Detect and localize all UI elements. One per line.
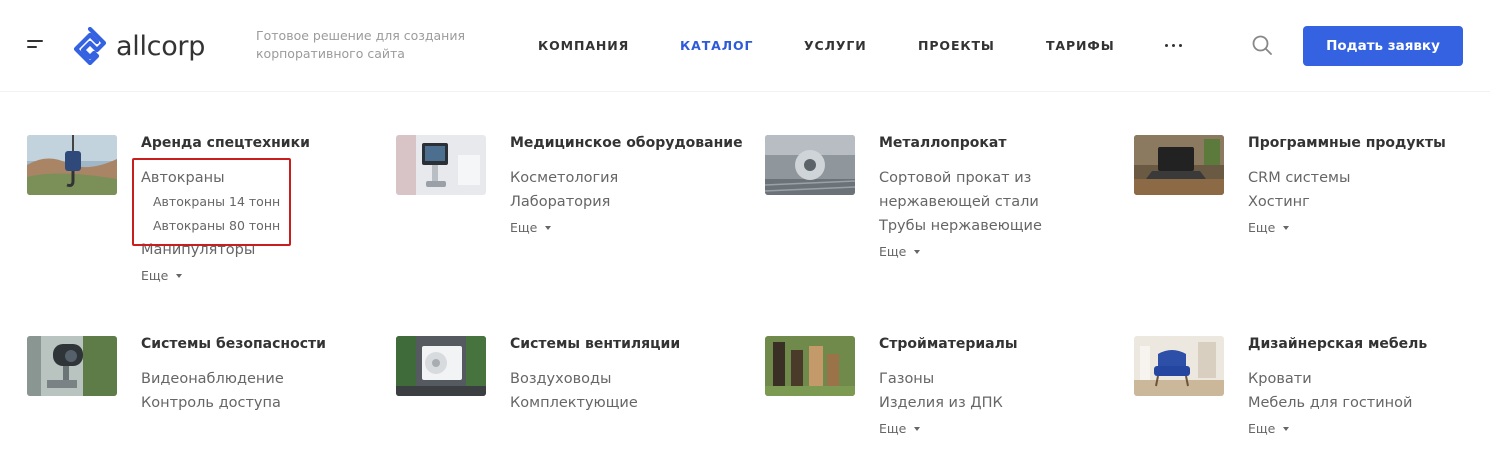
more-label: Еще	[141, 268, 169, 283]
category-title[interactable]: Программные продукты	[1248, 135, 1446, 151]
category-title[interactable]: Системы вентиляции	[510, 336, 680, 352]
logo[interactable]: allcorp	[73, 27, 205, 65]
subcategory-link[interactable]: Газоны	[879, 367, 1119, 391]
caret-down-icon	[1283, 426, 1290, 431]
category-links: Кровати Мебель для гостиной Еще	[1248, 367, 1488, 439]
subcategory-link[interactable]: Изделия из ДПК	[879, 391, 1119, 415]
more-label: Еще	[1248, 220, 1276, 235]
caret-down-icon	[914, 249, 921, 254]
more-label: Еще	[510, 220, 538, 235]
category-links: Воздуховоды Комплектующие	[510, 367, 750, 415]
hamburger-icon[interactable]	[27, 40, 43, 50]
category-image[interactable]	[27, 135, 117, 195]
more-toggle[interactable]: Еще	[510, 218, 750, 238]
category-links: Видеонаблюдение Контроль доступа	[141, 367, 381, 415]
subcategory-link[interactable]: Автокраны	[141, 166, 381, 190]
category-title[interactable]: Аренда спецтехники	[141, 135, 310, 151]
category-image[interactable]	[396, 336, 486, 396]
more-label: Еще	[1248, 421, 1276, 436]
nav-item-company[interactable]: КОМПАНИЯ	[538, 38, 629, 53]
subcategory-child-link[interactable]: Автокраны 14 тонн	[141, 190, 381, 214]
subcategory-link[interactable]: Контроль доступа	[141, 391, 381, 415]
subcategory-child-link[interactable]: Автокраны 80 тонн	[141, 214, 381, 238]
caret-down-icon	[545, 225, 552, 230]
subcategory-link[interactable]: Хостинг	[1248, 190, 1488, 214]
more-toggle[interactable]: Еще	[879, 419, 1119, 439]
tagline: Готовое решение для создания корпоративн…	[256, 28, 466, 61]
subcategory-link[interactable]: Лаборатория	[510, 190, 750, 214]
subcategory-link[interactable]: Сортовой прокат из	[879, 166, 1119, 190]
category-image[interactable]	[27, 336, 117, 396]
nav-item-catalog[interactable]: КАТАЛОГ	[680, 38, 753, 53]
category-title[interactable]: Медицинское оборудование	[510, 135, 743, 151]
subcategory-link[interactable]: Косметология	[510, 166, 750, 190]
more-toggle[interactable]: Еще	[1248, 419, 1488, 439]
caret-down-icon	[1283, 225, 1290, 230]
category-title[interactable]: Стройматериалы	[879, 336, 1018, 352]
category-title[interactable]: Металлопрокат	[879, 135, 1007, 151]
category-title[interactable]: Системы безопасности	[141, 336, 326, 352]
caret-down-icon	[914, 426, 921, 431]
category-links: Газоны Изделия из ДПК Еще	[879, 367, 1119, 439]
category-links: Автокраны Автокраны 14 тонн Автокраны 80…	[141, 166, 381, 286]
more-toggle[interactable]: Еще	[141, 266, 381, 286]
category-links: Сортовой прокат из нержавеющей стали Тру…	[879, 166, 1119, 262]
site-header: allcorp Готовое решение для создания кор…	[0, 0, 1490, 92]
logo-text: allcorp	[116, 30, 206, 62]
subcategory-link[interactable]: Воздуховоды	[510, 367, 750, 391]
caret-down-icon	[176, 273, 183, 278]
allcorp-logo-icon	[73, 27, 107, 65]
category-image[interactable]	[1134, 336, 1224, 396]
submit-request-button[interactable]: Подать заявку	[1303, 26, 1463, 66]
more-label: Еще	[879, 244, 907, 259]
more-label: Еще	[879, 421, 907, 436]
category-links: CRM системы Хостинг Еще	[1248, 166, 1488, 238]
subcategory-link[interactable]: Манипуляторы	[141, 238, 381, 262]
subcategory-link[interactable]: Мебель для гостиной	[1248, 391, 1488, 415]
subcategory-link[interactable]: нержавеющей стали	[879, 190, 1119, 214]
subcategory-link[interactable]: CRM системы	[1248, 166, 1488, 190]
category-title[interactable]: Дизайнерская мебель	[1248, 336, 1427, 352]
category-image[interactable]	[765, 336, 855, 396]
category-image[interactable]	[1134, 135, 1224, 195]
search-icon[interactable]	[1251, 34, 1273, 56]
category-links: Косметология Лаборатория Еще	[510, 166, 750, 238]
subcategory-link[interactable]: Видеонаблюдение	[141, 367, 381, 391]
nav-item-tariffs[interactable]: ТАРИФЫ	[1046, 38, 1115, 53]
nav-item-projects[interactable]: ПРОЕКТЫ	[918, 38, 995, 53]
subcategory-link[interactable]: Трубы нержавеющие	[879, 214, 1119, 238]
more-dots-icon[interactable]	[1165, 44, 1185, 48]
subcategory-link[interactable]: Комплектующие	[510, 391, 750, 415]
nav-item-services[interactable]: УСЛУГИ	[804, 38, 867, 53]
category-image[interactable]	[396, 135, 486, 195]
more-toggle[interactable]: Еще	[879, 242, 1119, 262]
more-toggle[interactable]: Еще	[1248, 218, 1488, 238]
subcategory-link[interactable]: Кровати	[1248, 367, 1488, 391]
category-image[interactable]	[765, 135, 855, 195]
